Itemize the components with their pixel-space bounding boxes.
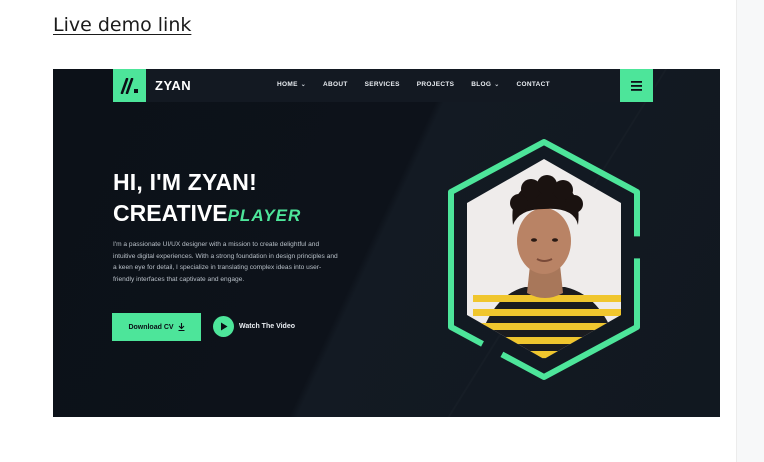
page-side-rail [736, 0, 764, 462]
nav-item-about[interactable]: ABOUT [323, 81, 348, 88]
hero-portrait [448, 139, 640, 380]
play-icon [220, 322, 227, 331]
nav-label: PROJECTS [416, 81, 455, 88]
download-cv-button[interactable]: Download CV [112, 313, 201, 341]
nav-item-projects[interactable]: PROJECTS [417, 81, 454, 88]
watch-video-label: Watch The Video [239, 323, 296, 330]
nav-item-home[interactable]: HOME ⌄ [277, 81, 306, 88]
play-button[interactable] [213, 316, 234, 337]
chevron-down-icon: ⌄ [300, 82, 307, 88]
intro-line: a keen eye for detail, I specialize in t… [113, 264, 322, 272]
website-preview: ZYAN HOME ⌄ ABOUT SERVICES PROJECTS BLOG… [53, 69, 720, 417]
download-icon [178, 323, 185, 331]
nav-item-blog[interactable]: BLOG ⌄ [471, 81, 499, 88]
nav-menu: HOME ⌄ ABOUT SERVICES PROJECTS BLOG ⌄ CO… [277, 81, 567, 88]
brand-name[interactable]: ZYAN [155, 78, 191, 93]
nav-item-contact[interactable]: CONTACT [517, 81, 550, 88]
portrait-photo [467, 159, 621, 359]
hero-subheading: CREATIVEPLAYER [113, 200, 301, 227]
live-demo-link[interactable]: Live demo link [53, 14, 191, 36]
logo-box[interactable] [113, 69, 146, 102]
nav-label: SERVICES [364, 81, 400, 88]
intro-line: I'm a passionate UI/UX designer with a m… [113, 241, 320, 248]
nav-label: HOME [277, 81, 298, 88]
intro-line: intuitive digital experiences. With a st… [113, 252, 338, 260]
nav-label: BLOG [471, 81, 492, 88]
hero-subheading-main: CREATIVE [113, 200, 228, 226]
hamburger-icon [631, 80, 642, 91]
hero-heading: HI, I'M ZYAN! [113, 169, 257, 195]
intro-line: friendly interfaces that captivate and e… [113, 276, 245, 284]
hero-subheading-accent: PLAYER [227, 206, 302, 225]
hero-intro: I'm a passionate UI/UX designer with a m… [113, 239, 381, 286]
watch-video-button[interactable]: Watch The Video [213, 316, 295, 337]
download-cv-label: Download CV [128, 323, 174, 331]
chevron-down-icon: ⌄ [494, 82, 500, 88]
nav-label: CONTACT [516, 81, 550, 88]
nav-label: ABOUT [323, 81, 348, 88]
menu-button[interactable] [620, 69, 653, 102]
slash-logo-icon [120, 77, 138, 94]
nav-item-services[interactable]: SERVICES [365, 81, 400, 88]
